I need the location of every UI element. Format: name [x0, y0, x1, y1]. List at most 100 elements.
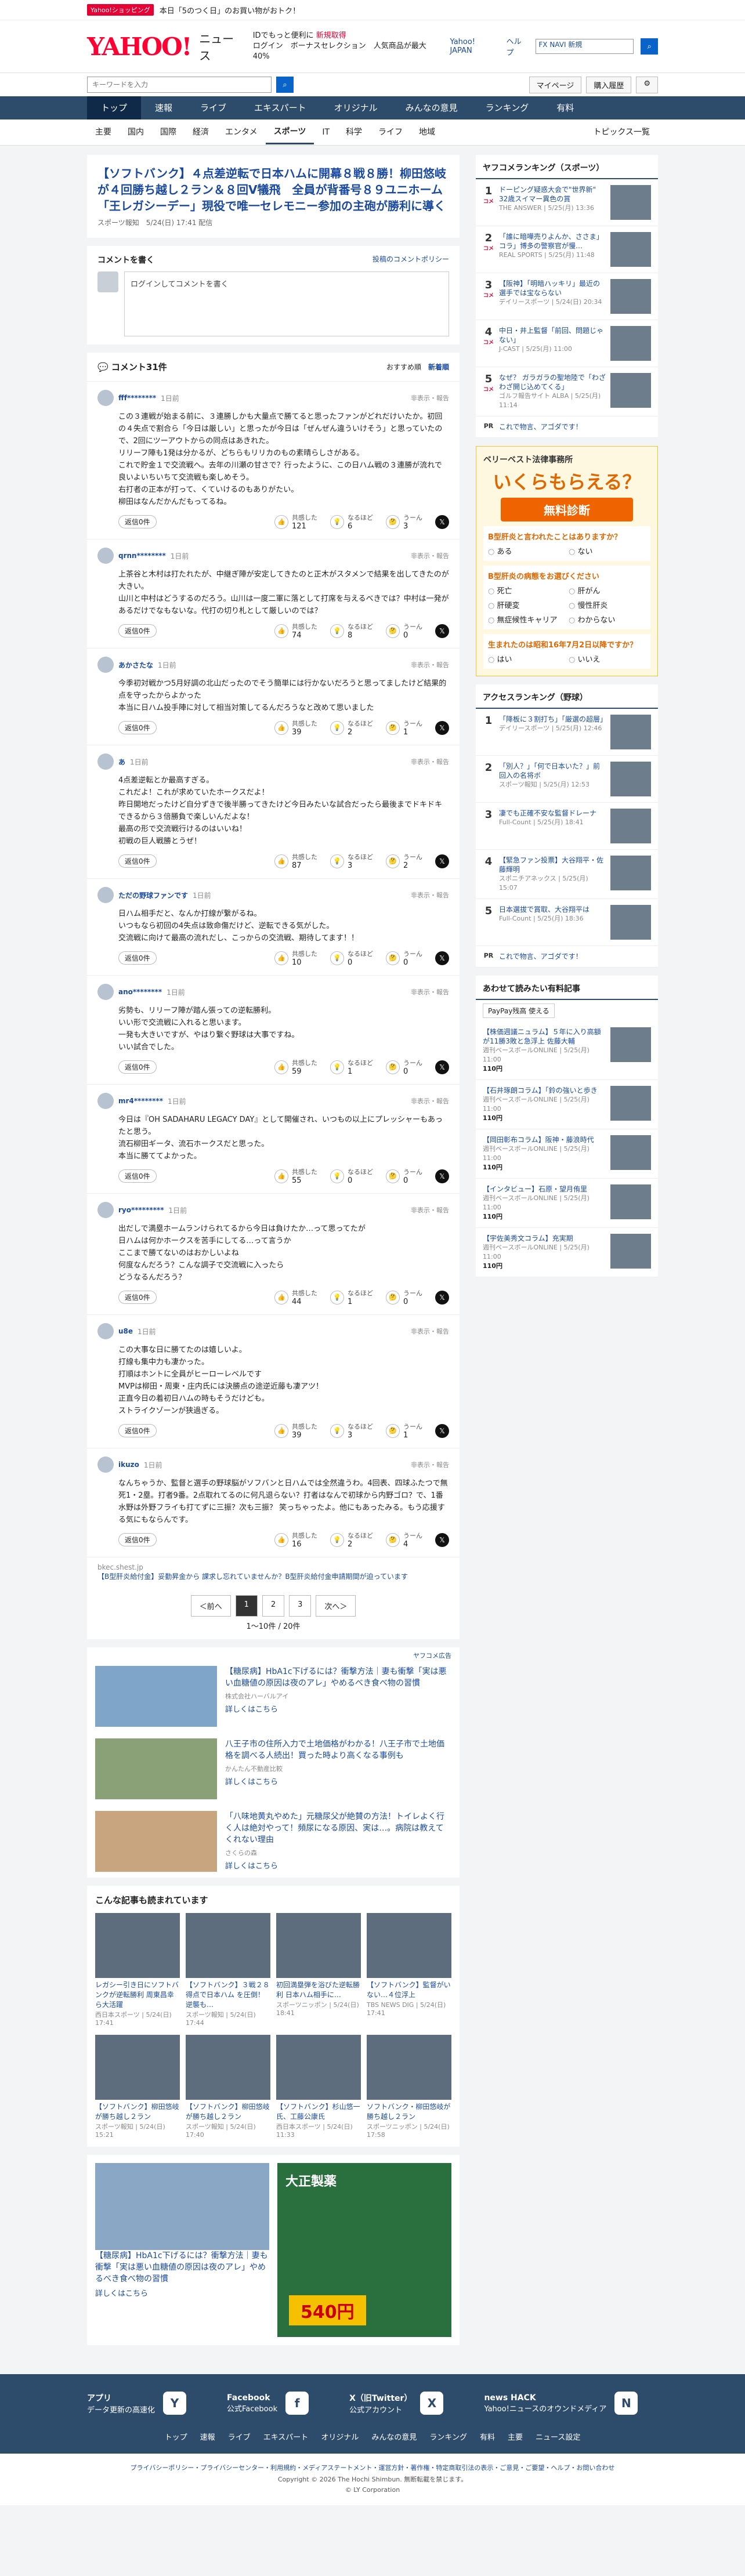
ranking-item[interactable]: 4 【緊急ファン投票】大谷翔平・佐藤輝明 スポニチアネックス | 5/25(月) 1…: [476, 850, 658, 899]
related-headline[interactable]: ソフトバンク・柳田悠岐が勝ち越し２ラン: [367, 2102, 451, 2122]
report-link[interactable]: 非表示・報告: [411, 660, 449, 669]
reply-button[interactable]: 返信0件: [118, 1060, 157, 1074]
footer-link[interactable]: エキスパート: [263, 2431, 309, 2442]
share-x-icon[interactable]: 𝕏: [435, 951, 449, 965]
ranking-item[interactable]: 2 コメ 「誰に暗嘩売りよんか、ささま」コラ」博多の警察官が慢… REAL SPORT…: [476, 226, 658, 273]
hmm-button[interactable]: 🤔 うーん 3: [386, 513, 422, 531]
paid-item[interactable]: 【宇佐美秀文コラム】充実期 週刊ベースボールONLINE | 5/25(月) 11…: [476, 1228, 658, 1277]
rank-headline[interactable]: 「誰に暗嘩売りよんか、ささま」コラ」博多の警察官が慢…: [499, 233, 603, 250]
ranking-item[interactable]: 5 コメ なぜ？ ガラガラの聖地陸で「わざわざ開じ込めてくる」 ゴルフ報告サイト AL…: [476, 367, 658, 416]
top-promo-strip[interactable]: Yahoo!ショッピング 本日「5のつく日」のお買い物がおトク！: [0, 0, 745, 20]
reply-button[interactable]: 返信0件: [118, 951, 157, 965]
comment-author[interactable]: ikuzo: [118, 1461, 139, 1469]
settings-button[interactable]: ⚙: [636, 76, 658, 93]
ad-more-link[interactable]: 詳しくはこちら: [225, 1860, 451, 1871]
related-headline[interactable]: 【ソフトバンク】杉山悠一氏、工藤公康氏: [276, 2102, 361, 2122]
think-button[interactable]: 💡 なるほど 2: [330, 719, 373, 737]
reply-button[interactable]: 返信0件: [118, 624, 157, 637]
share-x-icon[interactable]: 𝕏: [435, 624, 449, 638]
comment-author[interactable]: ただの野球ファンです: [118, 890, 188, 900]
header-search-input[interactable]: FX NAVI 新規: [536, 39, 634, 54]
rank-headline[interactable]: 中日・井上監督「前回、問題じゃない」: [499, 327, 603, 344]
yahoo-japan-link[interactable]: Yahoo! JAPAN: [450, 38, 500, 55]
related-card[interactable]: ソフトバンク・柳田悠岐が勝ち越し２ラン スポーツニッポン | 5/24(日) 17…: [367, 2035, 451, 2139]
sort-newest[interactable]: 新着順: [428, 362, 449, 372]
report-link[interactable]: 非表示・報告: [411, 757, 449, 766]
agree-button[interactable]: 👍 共感した 121: [274, 513, 317, 531]
report-link[interactable]: 非表示・報告: [411, 1205, 449, 1215]
comment-author[interactable]: mr4********: [118, 1097, 163, 1105]
share-x-icon[interactable]: 𝕏: [435, 515, 449, 529]
related-headline[interactable]: レガシー引き日にソフトバンクが逆転勝利 周東昌幸ら大活躍: [95, 1980, 180, 2010]
inline-ad[interactable]: bkec.shest.jp 【B型肝炎給付金】妥勤昇金から 課求し忘れていません…: [87, 1557, 460, 1587]
diagnosis-button[interactable]: 無料診断: [501, 498, 633, 521]
hmm-button[interactable]: 🤔 うーん 0: [386, 622, 422, 640]
agree-button[interactable]: 👍 共感した 10: [274, 949, 317, 967]
comment-author[interactable]: fff********: [118, 394, 156, 402]
related-headline[interactable]: 【ソフトバンク】監督がいない…４位浮上: [367, 1980, 451, 2000]
pr-text[interactable]: これで物言、アゴダです！: [499, 422, 651, 432]
footer-link[interactable]: ニュース設定: [536, 2431, 580, 2442]
rank-headline[interactable]: 凄でも正確不安な監督ドレーナ: [499, 809, 596, 817]
hmm-button[interactable]: 🤔 うーん 0: [386, 1058, 422, 1076]
nav-paid[interactable]: 有料: [543, 96, 588, 119]
page-2-button[interactable]: 2: [262, 1595, 285, 1617]
related-card[interactable]: 【ソフトバンク】監督がいない…４位浮上 TBS NEWS DIG | 5/24(日…: [367, 1913, 451, 2027]
comment-input[interactable]: ログインしてコメントを書く: [124, 271, 449, 336]
report-link[interactable]: 非表示・報告: [411, 1096, 449, 1106]
report-link[interactable]: 非表示・報告: [411, 890, 449, 900]
login-link[interactable]: ログイン: [253, 42, 283, 50]
footer-link[interactable]: 有料: [480, 2431, 495, 2442]
comment-author[interactable]: ryo*********: [118, 1206, 164, 1214]
q2-opt[interactable]: 肝硬変: [488, 599, 565, 610]
share-x-icon[interactable]: 𝕏: [435, 1060, 449, 1074]
think-button[interactable]: 💡 なるほど 0: [330, 949, 373, 967]
comment-author[interactable]: あかさたな: [118, 660, 153, 670]
hmm-button[interactable]: 🤔 うーん 4: [386, 1531, 422, 1549]
header-search-button[interactable]: ⌕: [641, 38, 658, 55]
footer-link[interactable]: 速報: [200, 2431, 215, 2442]
ranking-item[interactable]: 1 「降板に３割打ち」「厳選の超層」 デイリースポーツ | 5/25(月) 12:4…: [476, 709, 658, 756]
rank-headline[interactable]: ドーピング疑惑大会で"世界新" 32歳スイマー異色の賞: [499, 186, 596, 203]
report-link[interactable]: 非表示・報告: [411, 551, 449, 560]
report-link[interactable]: 非表示・報告: [411, 1460, 449, 1469]
related-card[interactable]: 【ソフトバンク】杉山悠一氏、工藤公康氏 西日本スポーツ | 5/24(日) 11:…: [276, 2035, 361, 2139]
share-x-icon[interactable]: 𝕏: [435, 720, 449, 735]
agree-button[interactable]: 👍 共感した 55: [274, 1167, 317, 1185]
reply-button[interactable]: 返信0件: [118, 1291, 157, 1304]
related-headline[interactable]: 初回満塁弾を浴びた逆転勝利 日本ハム相手に…: [276, 1980, 361, 2000]
topics-list-link[interactable]: トピックス一覧: [585, 119, 658, 145]
think-button[interactable]: 💡 なるほど 8: [330, 622, 373, 640]
footer-link[interactable]: 主要: [508, 2431, 523, 2442]
reply-button[interactable]: 返信0件: [118, 1424, 157, 1437]
paid-headline[interactable]: 【宇佐美秀文コラム】充実期: [483, 1234, 573, 1242]
think-button[interactable]: 💡 なるほど 3: [330, 1422, 373, 1440]
ranking-item[interactable]: 1 コメ ドーピング疑惑大会で"世界新" 32歳スイマー異色の賞 THE ANSWER…: [476, 179, 658, 226]
keyword-search-input[interactable]: [87, 77, 272, 93]
q3-opt-yes[interactable]: はい: [488, 653, 565, 664]
sponsored-ad[interactable]: 「八味地黄丸やめた」元糖尿父が絶賛の方法！トイレよく行く人は絶対やって！頻尿にな…: [87, 1805, 460, 1878]
nav-expert[interactable]: エキスパート: [240, 96, 320, 119]
report-link[interactable]: 非表示・報告: [411, 393, 449, 403]
page-1-button[interactable]: 1: [235, 1595, 258, 1617]
sponsored-ad[interactable]: 【糖尿病】HbA1c下げるには？衝撃方法｜妻も衝撃「実は悪い血糖値の原因は夜のア…: [87, 1660, 460, 1733]
subnav-intl[interactable]: 国際: [152, 119, 185, 145]
purchase-history-button[interactable]: 購入履歴: [586, 76, 632, 93]
ad-more-link[interactable]: 詳しくはこちら: [225, 1703, 451, 1714]
paid-headline[interactable]: 【石井琢朗コラム】「鈴の強いと歩き: [483, 1086, 598, 1095]
ad-title[interactable]: 「八味地黄丸やめた」元糖尿父が絶賛の方法！トイレよく行く人は絶対やって！頻尿にな…: [225, 1811, 451, 1846]
hmm-button[interactable]: 🤔 うーん 0: [386, 1167, 422, 1185]
report-link[interactable]: 非表示・報告: [411, 987, 449, 997]
mypage-button[interactable]: マイページ: [529, 76, 582, 93]
q2-opt[interactable]: 死亡: [488, 585, 565, 596]
paid-item[interactable]: 【株価週議ニュラム】５年に入り高額が11勝3敗と急浮上 佐藤大輔 週刊ベースボール…: [476, 1021, 658, 1080]
hmm-button[interactable]: 🤔 うーん 0: [386, 1288, 422, 1306]
hmm-button[interactable]: 🤔 うーん 1: [386, 1422, 422, 1440]
footer-app[interactable]: news HACK Yahoo!ニュースのオウンドメディア N: [484, 2392, 638, 2415]
ad-title[interactable]: 【糖尿病】HbA1c下げるには？衝撃方法｜妻も衝撃「実は悪い血糖値の原因は夜のア…: [95, 2250, 269, 2285]
rank-headline[interactable]: 【緊急ファン投票】大谷翔平・佐藤輝明: [499, 856, 603, 874]
rank-headline[interactable]: なぜ？ ガラガラの聖地陸で「わざわざ開じ込めてくる」: [499, 374, 606, 391]
ad-more-link[interactable]: 詳しくはこちら: [225, 1776, 451, 1787]
footer-link[interactable]: ランキング: [429, 2431, 467, 2442]
share-x-icon[interactable]: 𝕏: [435, 1423, 449, 1438]
